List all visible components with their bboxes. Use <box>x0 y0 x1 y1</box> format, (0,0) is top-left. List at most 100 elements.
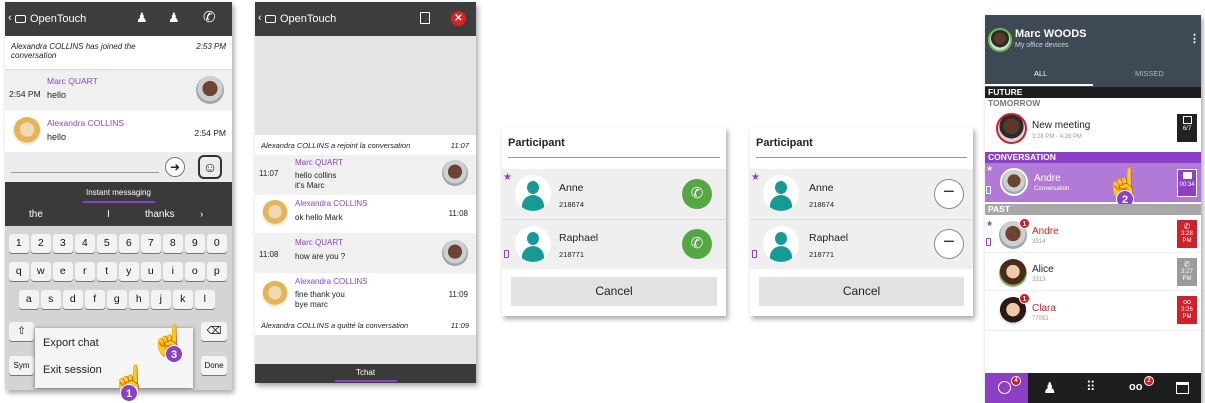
participant-row[interactable]: ★ Anne 218674 ✆ <box>502 169 726 219</box>
tab-tchat[interactable]: Tchat <box>356 368 375 377</box>
message-text: bye marc <box>295 300 328 309</box>
cancel-button[interactable]: Cancel <box>759 277 964 306</box>
key-t[interactable]: t <box>97 262 117 281</box>
keyboard-header: Instant messaging <box>5 182 232 204</box>
history-row[interactable]: ★ 1 Andre 3314 ✆ 3:28 PM <box>985 215 1201 253</box>
shift-key[interactable]: ⇧ <box>9 322 34 341</box>
remove-button[interactable]: − <box>934 179 964 209</box>
suggestion-next-icon[interactable]: › <box>200 204 203 226</box>
key-g[interactable]: g <box>107 290 127 309</box>
key-l[interactable]: l <box>195 290 215 309</box>
profile-header: Marc WOODS My office devices ⋮ <box>985 15 1201 65</box>
message-text: fine thank you <box>295 290 345 299</box>
back-icon[interactable]: ‹ <box>258 12 262 24</box>
copy-icon[interactable] <box>420 12 430 24</box>
message-input[interactable] <box>11 172 159 173</box>
key-a[interactable]: a <box>19 290 39 309</box>
key-f[interactable]: f <box>85 290 105 309</box>
key-q[interactable]: q <box>9 262 29 281</box>
key-0[interactable]: 0 <box>207 234 227 253</box>
close-icon[interactable]: ✕ <box>451 11 466 26</box>
history-row[interactable]: Alice 3313 ✆ 3:27 PM <box>985 253 1201 291</box>
key-r[interactable]: r <box>75 262 95 281</box>
tab-missed[interactable]: MISSED <box>1135 65 1164 83</box>
tab-all[interactable]: ALL <box>1034 65 1047 83</box>
key-9[interactable]: 9 <box>185 234 205 253</box>
contact-avatar-icon <box>515 226 551 262</box>
calendar-nav-icon[interactable] <box>1176 382 1189 394</box>
message-time: 11:07 <box>259 169 279 178</box>
chat-keyboard-screen: ‹ OpenTouch ♟ ♟ ✆ Alexandra COLLINS has … <box>5 2 232 390</box>
message-marc: 11:07 Marc QUART hello collins it's Marc <box>255 155 476 195</box>
participant-number: 218674 <box>809 200 835 209</box>
done-key[interactable]: Done <box>201 356 227 375</box>
key-j[interactable]: j <box>151 290 171 309</box>
key-7[interactable]: 7 <box>141 234 161 253</box>
key-k[interactable]: k <box>173 290 193 309</box>
add-participant-icon[interactable]: ♟ <box>168 10 180 26</box>
history-row[interactable]: 1 Clara 77051 oo 3:26 PM <box>985 291 1201 331</box>
section-future: FUTURE <box>985 87 1201 98</box>
export-chat-menu-item[interactable]: Export chat <box>43 337 99 349</box>
key-5[interactable]: 5 <box>97 234 117 253</box>
key-3[interactable]: 3 <box>53 234 73 253</box>
call-icon[interactable]: ✆ <box>203 8 216 26</box>
backspace-key[interactable]: ⌫ <box>201 322 227 341</box>
emoji-button[interactable]: ☺ <box>198 155 222 179</box>
key-p[interactable]: p <box>207 262 227 281</box>
meeting-row[interactable]: New meeting 3:28 PM - 4:28 PM 6/7 <box>985 109 1201 147</box>
exit-session-menu-item[interactable]: Exit session <box>43 364 102 376</box>
contact-name: Alice <box>1032 264 1054 275</box>
send-button[interactable]: ➜ <box>165 157 185 177</box>
avatar[interactable] <box>988 28 1012 52</box>
avatar <box>1000 168 1028 196</box>
missed-count-badge: 1 <box>1019 293 1030 304</box>
key-s[interactable]: s <box>41 290 61 309</box>
contacts-icon[interactable]: ♟ <box>1043 379 1056 397</box>
contact-avatar-icon <box>763 175 799 211</box>
chat-history-screen: ‹ OpenTouch ✕ Alexandra COLLINS a rejoin… <box>255 2 476 383</box>
nav-history[interactable]: 4 <box>985 373 1028 403</box>
contact-name: Andre <box>1034 173 1061 184</box>
user-name: Marc WOODS <box>1015 28 1087 40</box>
app-title: OpenTouch <box>280 13 337 25</box>
back-icon[interactable]: ‹ <box>8 12 12 24</box>
key-4[interactable]: 4 <box>75 234 95 253</box>
participant-row[interactable]: ★ Anne 218674 − <box>750 169 973 219</box>
cancel-button[interactable]: Cancel <box>511 277 717 306</box>
key-h[interactable]: h <box>129 290 149 309</box>
conversation-row[interactable]: ★ Andre Conversation 00:34 <box>985 163 1201 202</box>
suggestion[interactable]: the <box>29 204 43 226</box>
remove-button[interactable]: − <box>934 229 964 259</box>
suggestion[interactable]: I <box>107 204 110 226</box>
suggestion[interactable]: thanks <box>145 204 174 226</box>
participants-icon[interactable]: ♟ <box>136 10 148 26</box>
avatar <box>262 281 288 307</box>
key-6[interactable]: 6 <box>119 234 139 253</box>
key-i[interactable]: i <box>163 262 183 281</box>
key-u[interactable]: u <box>141 262 161 281</box>
key-o[interactable]: o <box>185 262 205 281</box>
participant-row[interactable]: Raphael 218771 ✆ <box>502 219 726 269</box>
call-button[interactable]: ✆ <box>682 229 712 259</box>
key-e[interactable]: e <box>53 262 73 281</box>
message-text: how are you ? <box>295 252 346 261</box>
key-d[interactable]: d <box>63 290 83 309</box>
sym-key[interactable]: Sym <box>9 356 34 375</box>
call-time: 3:26 PM <box>1181 307 1193 320</box>
key-y[interactable]: y <box>119 262 139 281</box>
key-1[interactable]: 1 <box>9 234 29 253</box>
participant-row[interactable]: Raphael 218771 − <box>750 219 973 269</box>
participant-name: Anne <box>809 182 834 194</box>
left-text: Alexandra COLLINS a quitté la conversati… <box>261 321 409 330</box>
key-2[interactable]: 2 <box>31 234 51 253</box>
key-w[interactable]: w <box>31 262 51 281</box>
message-text: hello collins <box>295 171 337 180</box>
more-menu-icon[interactable]: ⋮ <box>1189 32 1200 45</box>
call-button[interactable]: ✆ <box>682 179 712 209</box>
key-8[interactable]: 8 <box>163 234 183 253</box>
sender-name: Marc QUART <box>47 76 98 86</box>
contact-number: 3314 <box>1032 239 1046 245</box>
dialpad-icon[interactable]: ⠿ <box>1086 379 1096 395</box>
voicemail-nav-icon[interactable]: oo <box>1129 381 1142 393</box>
